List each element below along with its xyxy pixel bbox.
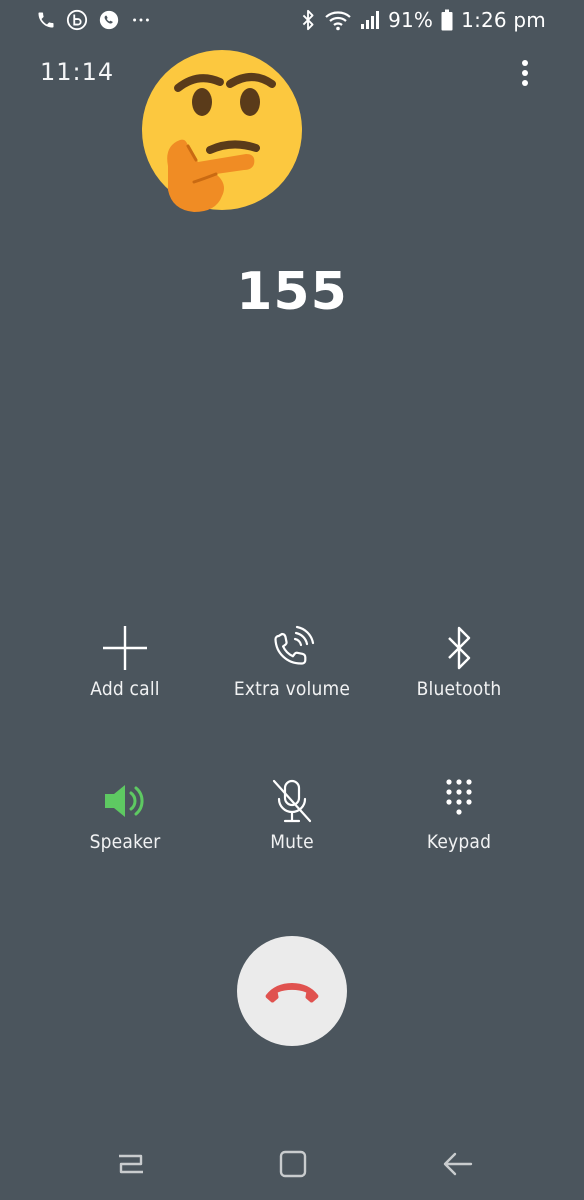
phone-icon	[36, 10, 56, 30]
mute-label: Mute	[270, 831, 314, 853]
more-options-icon[interactable]	[510, 56, 540, 92]
clock: 1:26 pm	[461, 8, 546, 32]
keypad-icon	[435, 777, 483, 825]
contact-photo-thinking-face-icon	[140, 50, 308, 218]
app-b-icon	[66, 9, 88, 31]
bluetooth-button[interactable]: Bluetooth	[375, 624, 543, 734]
plus-icon	[101, 624, 149, 672]
notification-icons	[36, 8, 152, 32]
caller-number: 155	[236, 262, 348, 322]
speaker-button[interactable]: Speaker	[41, 777, 209, 887]
more-notifications-icon	[130, 9, 152, 31]
bluetooth-icon	[435, 624, 483, 672]
recents-icon[interactable]	[111, 1144, 151, 1184]
signal-icon	[360, 9, 380, 31]
wifi-icon	[324, 9, 352, 31]
extra-volume-button[interactable]: Extra volume	[208, 624, 376, 734]
navigation-bar	[0, 1130, 584, 1200]
mic-off-icon	[268, 777, 316, 825]
keypad-label: Keypad	[426, 831, 492, 853]
speaker-label: Speaker	[89, 831, 161, 853]
system-status: 91% 1:26 pm	[300, 8, 546, 32]
extra-volume-label: Extra volume	[233, 678, 351, 700]
whatsapp-icon	[98, 9, 120, 31]
battery-icon	[441, 9, 453, 31]
phone-volume-icon	[268, 624, 316, 672]
add-call-button[interactable]: Add call	[41, 624, 209, 734]
keypad-button[interactable]: Keypad	[375, 777, 543, 887]
back-icon[interactable]	[437, 1144, 477, 1184]
add-call-label: Add call	[90, 678, 160, 700]
hang-up-icon	[265, 983, 319, 1003]
end-call-button[interactable]	[237, 936, 347, 1046]
battery-percentage: 91%	[388, 8, 434, 32]
bluetooth-icon	[300, 9, 316, 31]
mute-button[interactable]: Mute	[208, 777, 376, 887]
speaker-icon	[101, 777, 149, 825]
call-duration: 11:14	[40, 58, 115, 86]
bluetooth-label: Bluetooth	[416, 678, 502, 700]
status-bar: 91% 1:26 pm	[0, 0, 584, 40]
home-icon[interactable]	[273, 1144, 313, 1184]
